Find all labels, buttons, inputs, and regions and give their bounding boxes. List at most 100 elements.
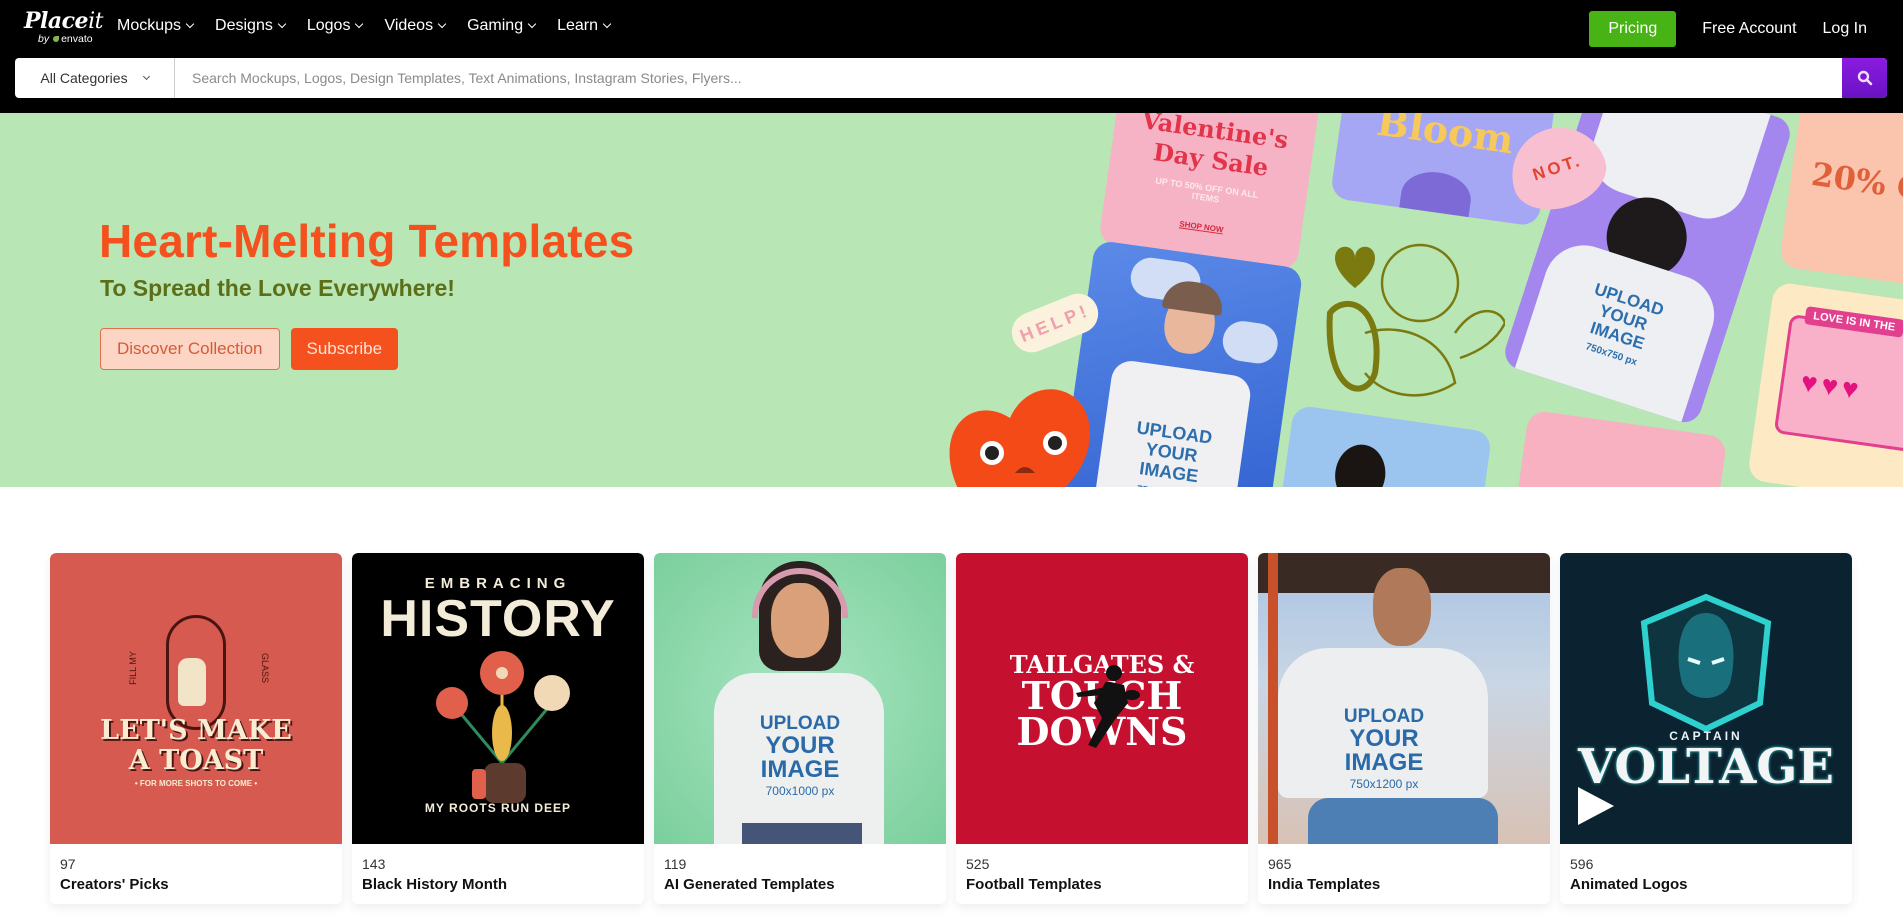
card-count: 97 <box>60 856 76 872</box>
card-thumbnail: CAPTAIN VOLTAGE <box>1560 553 1852 844</box>
collection-card-black-history-month[interactable]: EMBRACING HISTORY MY ROOTS RUN DEEP 143 … <box>352 553 644 904</box>
main-menu: Mockups Designs Logos Videos Gaming Lear… <box>117 17 612 35</box>
art-tagline: MY ROOTS RUN DEEP <box>424 801 572 815</box>
category-select-value: All Categories <box>40 70 128 86</box>
candy-heart-text: NOT. <box>1530 150 1585 185</box>
nav-logos-label: Logos <box>306 17 351 34</box>
hero-actions: Discover Collection Subscribe <box>100 328 399 370</box>
upload-size-text: 750x1200 px <box>1349 777 1419 791</box>
nav-videos[interactable]: Videos <box>384 17 447 35</box>
valentine-cta: SHOP NOW <box>1178 219 1224 235</box>
nav-logos[interactable]: Logos <box>306 17 364 35</box>
collection-card-creators-picks[interactable]: FILL MY GLASS LET'S MAKE A TOAST • FOR M… <box>50 553 342 904</box>
football-player-icon <box>1076 665 1140 748</box>
card-count: 525 <box>966 856 990 872</box>
logo-parent: envato <box>61 33 93 45</box>
upload-image-text: UPLOAD YOUR IMAGE <box>1135 417 1214 487</box>
flower-bouquet-icon <box>436 651 570 803</box>
logo-by: by <box>38 33 50 45</box>
art-side-text: FILL MY <box>127 651 138 685</box>
shield-emblem-icon <box>1640 593 1772 733</box>
nav-mockups-label: Mockups <box>117 17 182 34</box>
nav-mockups[interactable]: Mockups <box>117 17 195 35</box>
collection-card-animated-logos[interactable]: CAPTAIN VOLTAGE 596 Animated Logos <box>1560 553 1852 904</box>
face-shape <box>771 583 829 658</box>
nav-gaming[interactable]: Gaming <box>467 17 537 35</box>
subscribe-button[interactable]: Subscribe <box>290 328 399 370</box>
art-tagline: • FOR MORE SHOTS TO COME • <box>134 779 258 788</box>
heart-shape <box>1397 167 1475 227</box>
card-thumbnail: FILL MY GLASS LET'S MAKE A TOAST • FOR M… <box>50 553 342 844</box>
nav-gaming-label: Gaming <box>467 17 524 34</box>
free-account-link[interactable]: Free Account <box>1702 20 1796 38</box>
art-headline: HISTORY <box>380 590 616 648</box>
category-select[interactable]: All Categories <box>15 58 175 98</box>
cupid-illustration <box>1326 243 1505 397</box>
discount-tile: 20% O <box>1778 113 1903 289</box>
collection-card-india[interactable]: UPLOAD YOUR IMAGE 750x1200 px 965 India … <box>1258 553 1550 904</box>
hand-glass-icon <box>178 658 206 706</box>
login-link[interactable]: Log In <box>1823 20 1867 38</box>
face-shape <box>1373 568 1431 646</box>
card-title: India Templates <box>1268 876 1381 893</box>
card-title: Black History Month <box>362 876 508 893</box>
nav-designs[interactable]: Designs <box>215 17 287 35</box>
card-count: 143 <box>362 856 386 872</box>
envato-leaf-icon <box>53 36 60 43</box>
upload-image-text: IMAGE <box>760 756 840 783</box>
chevron-down-icon <box>602 19 612 29</box>
nav-designs-label: Designs <box>215 17 273 34</box>
chevron-down-icon <box>527 19 537 29</box>
chevron-down-icon <box>355 19 364 29</box>
hero-title: Heart-Melting Templates <box>99 215 635 267</box>
search-bar: All Categories <box>15 58 1887 98</box>
discover-collection-button[interactable]: Discover Collection <box>100 328 280 370</box>
love-message-tile: LOVE IS IN THE ♥♥♥ <box>1746 281 1903 487</box>
chevron-down-icon <box>142 72 150 80</box>
jeans-shape <box>742 823 862 844</box>
valentine-offer: UP TO 50% OFF ON ALL ITEMS <box>1154 175 1259 205</box>
card-title: AI Generated Templates <box>664 876 835 893</box>
heart-character-icon <box>949 389 1090 487</box>
pink-flame-tile <box>1512 409 1728 487</box>
nav-learn-label: Learn <box>557 17 599 34</box>
logo-wordmark: Place <box>24 8 89 34</box>
jeans-shape <box>1308 798 1498 844</box>
search-icon <box>1857 70 1872 86</box>
collection-cards: FILL MY GLASS LET'S MAKE A TOAST • FOR M… <box>50 553 1852 904</box>
placeit-logo[interactable]: Placeit by envato <box>24 10 103 45</box>
discount-text: 20% O <box>1809 154 1903 209</box>
hair-shape <box>1331 441 1390 487</box>
collection-card-football[interactable]: TAILGATES & TOUCH DOWNS 525 Football Tem… <box>956 553 1248 904</box>
logo-wordmark-suffix: it <box>88 9 103 34</box>
blue-photo-tile <box>1277 404 1493 487</box>
search-input[interactable] <box>175 58 1842 98</box>
play-icon <box>1578 787 1614 825</box>
top-navigation: Placeit by envato Mockups Designs Logos V… <box>0 0 1903 113</box>
upload-size-text: 700x1000 px <box>765 784 835 798</box>
card-count: 596 <box>1570 856 1594 872</box>
chevron-down-icon <box>277 19 287 29</box>
card-thumbnail: UPLOAD YOUR IMAGE 700x1000 px <box>654 553 946 844</box>
card-thumbnail: TAILGATES & TOUCH DOWNS <box>956 553 1248 844</box>
search-button[interactable] <box>1842 58 1887 98</box>
hero-collage-image: Valentine's Day Sale UP TO 50% OFF ON AL… <box>940 113 1903 487</box>
card-title: Football Templates <box>966 876 1102 893</box>
card-thumbnail: UPLOAD YOUR IMAGE 750x1200 px <box>1258 553 1550 844</box>
art-headline: A TOAST <box>128 745 264 776</box>
card-count: 965 <box>1268 856 1292 872</box>
card-title: Creators' Picks <box>60 876 169 893</box>
rickshaw-pole-shape <box>1268 553 1278 844</box>
card-title: Animated Logos <box>1570 876 1688 893</box>
chevron-down-icon <box>437 19 447 29</box>
upload-image-text: IMAGE <box>1344 749 1424 776</box>
chevron-down-icon <box>185 19 195 29</box>
cloud-shape <box>1220 318 1281 366</box>
collection-card-ai-generated[interactable]: UPLOAD YOUR IMAGE 700x1000 px 119 AI Gen… <box>654 553 946 904</box>
card-count: 119 <box>664 856 687 872</box>
pricing-button[interactable]: Pricing <box>1589 11 1677 47</box>
card-thumbnail: EMBRACING HISTORY MY ROOTS RUN DEEP <box>352 553 644 844</box>
nav-learn[interactable]: Learn <box>557 17 612 35</box>
hero-banner: Heart-Melting Templates To Spread the Lo… <box>0 113 1903 487</box>
art-headline: LET'S MAKE <box>100 715 292 746</box>
